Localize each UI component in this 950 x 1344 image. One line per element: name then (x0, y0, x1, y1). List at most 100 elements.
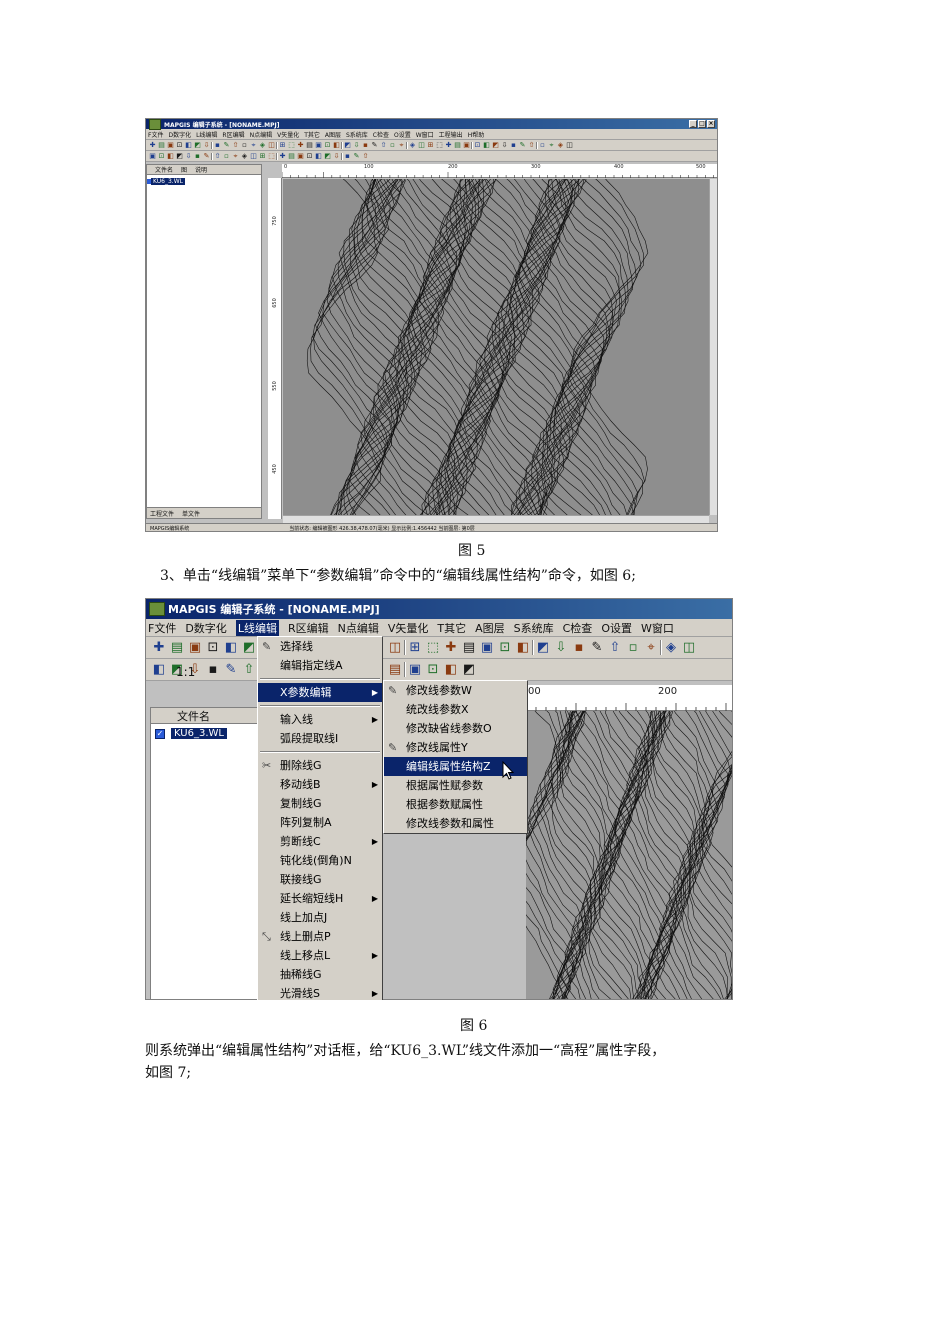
tool-icon[interactable]: ✎ (222, 660, 240, 679)
maximize-button[interactable]: □ (698, 120, 706, 128)
menu-item[interactable]: 抽稀线G (258, 965, 382, 984)
menu-item[interactable]: 复制线G (258, 794, 382, 813)
tool-icon[interactable]: ⌖ (547, 140, 556, 150)
menu-item[interactable]: F文件 (148, 620, 176, 636)
menu-item[interactable]: 编辑指定线A (258, 656, 382, 675)
tool-icon[interactable]: ▫ (624, 638, 642, 657)
tool-icon[interactable]: ◈ (408, 140, 417, 150)
menu-item[interactable]: T其它 (437, 620, 466, 636)
tool-icon[interactable]: ⌖ (249, 140, 258, 150)
tool-icon[interactable]: ⇧ (527, 140, 536, 150)
menu-item[interactable]: W窗口 (641, 620, 674, 636)
menu-item[interactable]: C检查 (373, 130, 389, 139)
file-checkbox[interactable]: ✓ (155, 729, 165, 739)
tool-icon[interactable]: ▫ (538, 140, 547, 150)
tool-icon[interactable]: ⊡ (204, 638, 222, 657)
menu-item[interactable]: ✎ 修改线参数W (384, 681, 527, 700)
menu-item[interactable]: 阵列复制A (258, 813, 382, 832)
menu-item[interactable]: C检查 (563, 620, 593, 636)
minimize-button[interactable]: _ (689, 120, 697, 128)
tool-icon[interactable]: ▫ (388, 140, 397, 150)
tool-icon[interactable]: ⊞ (426, 140, 435, 150)
tool-icon[interactable]: ⬚ (424, 638, 442, 657)
tool-icon[interactable]: ▪ (343, 151, 352, 161)
menu-item[interactable]: 输入线 ▶ (258, 710, 382, 729)
map-canvas[interactable] (283, 179, 709, 515)
tool-icon[interactable]: ✚ (148, 140, 157, 150)
tool-icon[interactable]: ▤ (460, 638, 478, 657)
horizontal-scrollbar[interactable] (283, 515, 709, 523)
menu-item[interactable]: D数字化 (168, 130, 191, 139)
tool-icon[interactable]: ⌖ (642, 638, 660, 657)
tool-icon[interactable]: ◧ (332, 140, 341, 150)
tool-icon[interactable]: ◈ (662, 638, 680, 657)
tool-icon[interactable]: ◫ (249, 151, 258, 161)
tool-icon[interactable]: ◈ (240, 151, 249, 161)
tool-icon[interactable]: ⊞ (258, 151, 267, 161)
menu-item[interactable]: S系统库 (514, 620, 554, 636)
tool-icon[interactable]: ◫ (386, 638, 404, 657)
tool-icon[interactable]: ⬚ (435, 140, 444, 150)
tool-icon[interactable]: ◩ (193, 140, 202, 150)
tool-icon[interactable]: ▣ (478, 638, 496, 657)
menu-item[interactable]: ⤡ 线上删点P (258, 927, 382, 946)
tool-icon[interactable]: ◧ (482, 140, 491, 150)
tool-icon[interactable]: ◩ (240, 638, 258, 657)
tool-icon[interactable]: ▣ (166, 140, 175, 150)
tool-icon[interactable]: ◈ (556, 140, 565, 150)
tool-icon[interactable]: ⇩ (184, 151, 193, 161)
tool-icon[interactable]: ⊡ (305, 151, 314, 161)
tool-icon[interactable]: ◩ (343, 140, 352, 150)
menu-item[interactable]: 延长缩短线H ▶ (258, 889, 382, 908)
tool-icon[interactable]: ▪ (193, 151, 202, 161)
menu-item[interactable]: 移动线B ▶ (258, 775, 382, 794)
tool-icon[interactable]: ◩ (534, 638, 552, 657)
tool-icon[interactable]: ⇩ (552, 638, 570, 657)
tool-icon[interactable]: ✎ (222, 140, 231, 150)
tool-icon[interactable]: ⬚ (287, 140, 296, 150)
menu-item[interactable]: 修改缺省线参数O (384, 719, 527, 738)
tool-icon[interactable]: ⇧ (213, 151, 222, 161)
tool-icon[interactable]: ◧ (222, 638, 240, 657)
tool-icon[interactable]: ◧ (166, 151, 175, 161)
tool-icon[interactable]: ⊡ (424, 660, 442, 679)
menu-item[interactable]: W窗口 (416, 130, 434, 139)
tool-icon[interactable]: ✎ (588, 638, 606, 657)
tool-icon[interactable]: ◩ (323, 151, 332, 161)
tool-icon[interactable]: ⇧ (379, 140, 388, 150)
tool-icon[interactable]: ✚ (296, 140, 305, 150)
tool-icon[interactable]: ✚ (442, 638, 460, 657)
tool-icon[interactable]: ▣ (296, 151, 305, 161)
menu-item[interactable]: S系统库 (346, 130, 368, 139)
tool-icon[interactable]: ⇩ (352, 140, 361, 150)
menu-item[interactable]: H帮助 (468, 130, 485, 139)
tool-icon[interactable]: ◧ (150, 660, 168, 679)
tool-icon[interactable]: ⊡ (473, 140, 482, 150)
menu-item[interactable]: R区编辑 (288, 620, 329, 636)
tool-icon[interactable]: ▣ (148, 151, 157, 161)
tool-icon[interactable]: ⌖ (231, 151, 240, 161)
menu-item[interactable]: 弧段提取线I (258, 729, 382, 748)
tool-icon[interactable]: ▪ (213, 140, 222, 150)
menu-item[interactable]: 光滑线S ▶ (258, 984, 382, 1003)
tool-icon[interactable]: ◫ (417, 140, 426, 150)
tool-icon[interactable]: ◩ (175, 151, 184, 161)
tool-icon[interactable]: ⊞ (278, 140, 287, 150)
tool-icon[interactable]: ▫ (222, 151, 231, 161)
tool-icon[interactable]: ✎ (352, 151, 361, 161)
tool-icon[interactable]: ⇩ (202, 140, 211, 150)
menu-item[interactable]: X参数编辑 ▶ (258, 683, 382, 702)
menu-item[interactable]: 联接线G (258, 870, 382, 889)
tool-icon[interactable]: ⇧ (606, 638, 624, 657)
menu-item[interactable]: F文件 (148, 130, 163, 139)
menu-item[interactable]: L线编辑 (235, 619, 279, 636)
tool-icon[interactable]: ⊡ (496, 638, 514, 657)
tool-icon[interactable]: ◩ (460, 660, 478, 679)
tool-icon[interactable]: ⇧ (231, 140, 240, 150)
tool-icon[interactable]: ▪ (509, 140, 518, 150)
menu-item[interactable]: V矢量化 (388, 620, 429, 636)
tool-icon[interactable]: ✎ (202, 151, 211, 161)
tool-icon[interactable]: ▪ (570, 638, 588, 657)
tool-icon[interactable]: ◫ (267, 140, 276, 150)
tool-icon[interactable]: ⇩ (332, 151, 341, 161)
